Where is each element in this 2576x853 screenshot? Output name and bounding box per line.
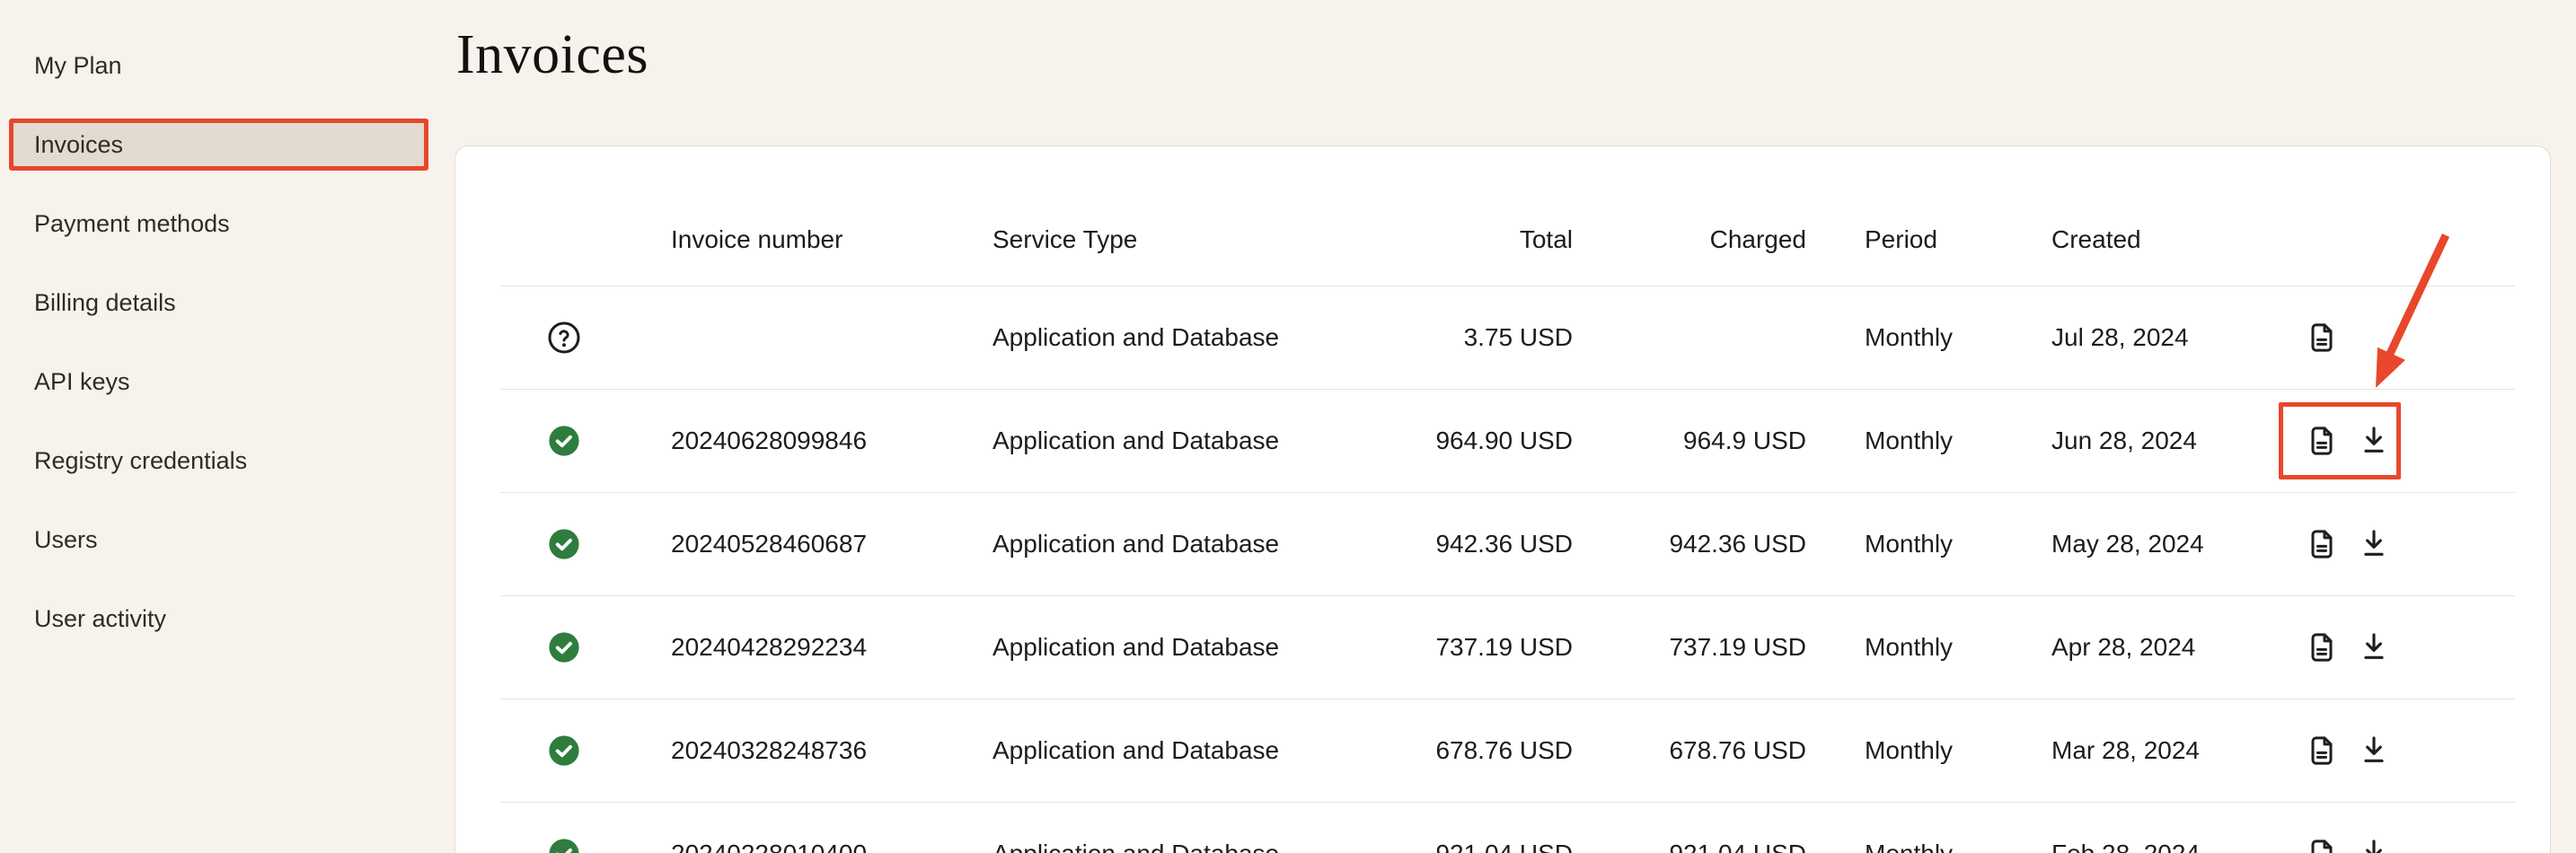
created-value: Mar 28, 2024 bbox=[2051, 736, 2300, 765]
sidebar-item-label: Billing details bbox=[34, 289, 176, 317]
period-value: Monthly bbox=[1806, 736, 2051, 765]
invoice-table-row: 20240328248736 Application and Database … bbox=[500, 699, 2515, 803]
invoice-document-icon[interactable] bbox=[2304, 526, 2340, 562]
sidebar-item-user-activity[interactable]: User activity bbox=[9, 593, 428, 645]
invoice-document-icon[interactable] bbox=[2304, 836, 2340, 853]
sidebar-item-registry-credentials[interactable]: Registry credentials bbox=[9, 435, 428, 487]
period-value: Monthly bbox=[1806, 530, 2051, 558]
charged-value: 921.04 USD bbox=[1573, 840, 1806, 853]
invoice-table-row: 20240528460687 Application and Database … bbox=[500, 493, 2515, 596]
status-cell bbox=[500, 734, 671, 768]
period-header: Period bbox=[1806, 225, 2051, 254]
charged-value: 964.9 USD bbox=[1573, 426, 1806, 455]
invoices-card: Invoice number Service Type Total Charge… bbox=[454, 145, 2551, 853]
invoice-number-header: Invoice number bbox=[671, 225, 992, 254]
total-value: 942.36 USD bbox=[1397, 530, 1573, 558]
invoices-table: Invoice number Service Type Total Charge… bbox=[455, 146, 2550, 853]
total-value: 964.90 USD bbox=[1397, 426, 1573, 455]
table-header-row: Invoice number Service Type Total Charge… bbox=[500, 146, 2515, 286]
actions-cell bbox=[2300, 733, 2515, 769]
sidebar-item-label: Registry credentials bbox=[34, 447, 247, 475]
invoice-table-row: 20240228010400 Application and Database … bbox=[500, 803, 2515, 853]
charged-value: 678.76 USD bbox=[1573, 736, 1806, 765]
created-value: May 28, 2024 bbox=[2051, 530, 2300, 558]
total-value: 921.04 USD bbox=[1397, 840, 1573, 853]
actions-cell bbox=[2300, 320, 2515, 356]
created-value: Feb 28, 2024 bbox=[2051, 840, 2300, 853]
invoice-document-icon[interactable] bbox=[2304, 320, 2340, 356]
sidebar-item-label: Payment methods bbox=[34, 210, 230, 238]
invoice-table-row: Application and Database 3.75 USD Monthl… bbox=[500, 286, 2515, 390]
period-value: Monthly bbox=[1806, 426, 2051, 455]
invoice-number-value: 20240328248736 bbox=[671, 736, 992, 765]
page-title: Invoices bbox=[456, 23, 648, 87]
invoice-number-value: 20240228010400 bbox=[671, 840, 992, 853]
sidebar-item-billing-details[interactable]: Billing details bbox=[9, 277, 428, 329]
sidebar-item-payment-methods[interactable]: Payment methods bbox=[9, 198, 428, 250]
sidebar-item-my-plan[interactable]: My Plan bbox=[9, 40, 428, 92]
total-value: 3.75 USD bbox=[1397, 323, 1573, 352]
status-cell bbox=[500, 630, 671, 664]
status-cell bbox=[500, 527, 671, 561]
service-type-value: Application and Database bbox=[992, 736, 1397, 765]
charged-header: Charged bbox=[1573, 225, 1806, 254]
charged-value: 737.19 USD bbox=[1573, 633, 1806, 662]
sidebar-item-api-keys[interactable]: API keys bbox=[9, 356, 428, 408]
download-invoice-icon[interactable] bbox=[2356, 629, 2392, 665]
question-circle-icon bbox=[547, 321, 581, 355]
sidebar-item-invoices[interactable]: Invoices bbox=[9, 119, 428, 171]
service-type-value: Application and Database bbox=[992, 426, 1397, 455]
charged-value: 942.36 USD bbox=[1573, 530, 1806, 558]
service-type-value: Application and Database bbox=[992, 323, 1397, 352]
invoice-number-value: 20240428292234 bbox=[671, 633, 992, 662]
invoice-number-value: 20240628099846 bbox=[671, 426, 992, 455]
invoice-number-value: 20240528460687 bbox=[671, 530, 992, 558]
download-invoice-icon[interactable] bbox=[2356, 733, 2392, 769]
billing-sidebar: My Plan Invoices Payment methods Billing… bbox=[0, 0, 454, 853]
status-cell bbox=[500, 321, 671, 355]
check-circle-icon bbox=[547, 527, 581, 561]
table-body: Application and Database 3.75 USD Monthl… bbox=[500, 286, 2515, 853]
invoice-table-row: 20240428292234 Application and Database … bbox=[500, 596, 2515, 699]
status-cell bbox=[500, 424, 671, 458]
download-invoice-icon[interactable] bbox=[2356, 836, 2392, 853]
service-type-value: Application and Database bbox=[992, 633, 1397, 662]
sidebar-item-label: My Plan bbox=[34, 52, 122, 80]
check-circle-icon bbox=[547, 630, 581, 664]
sidebar-item-label: Invoices bbox=[34, 131, 123, 159]
actions-cell bbox=[2300, 836, 2515, 853]
invoice-document-icon[interactable] bbox=[2304, 629, 2340, 665]
service-type-value: Application and Database bbox=[992, 840, 1397, 853]
total-value: 678.76 USD bbox=[1397, 736, 1573, 765]
period-value: Monthly bbox=[1806, 840, 2051, 853]
check-circle-icon bbox=[547, 734, 581, 768]
created-value: Apr 28, 2024 bbox=[2051, 633, 2300, 662]
sidebar-item-label: API keys bbox=[34, 368, 130, 396]
invoice-document-icon[interactable] bbox=[2304, 423, 2340, 459]
actions-cell bbox=[2300, 526, 2515, 562]
period-value: Monthly bbox=[1806, 633, 2051, 662]
invoice-table-row: 20240628099846 Application and Database … bbox=[500, 390, 2515, 493]
sidebar-item-label: Users bbox=[34, 526, 98, 554]
created-value: Jun 28, 2024 bbox=[2051, 426, 2300, 455]
total-header: Total bbox=[1397, 225, 1573, 254]
status-cell bbox=[500, 837, 671, 853]
download-invoice-icon[interactable] bbox=[2356, 423, 2392, 459]
invoice-document-icon[interactable] bbox=[2304, 733, 2340, 769]
actions-cell bbox=[2300, 423, 2515, 459]
period-value: Monthly bbox=[1806, 323, 2051, 352]
service-type-value: Application and Database bbox=[992, 530, 1397, 558]
service-type-header: Service Type bbox=[992, 225, 1397, 254]
check-circle-icon bbox=[547, 837, 581, 853]
actions-cell bbox=[2300, 629, 2515, 665]
total-value: 737.19 USD bbox=[1397, 633, 1573, 662]
created-value: Jul 28, 2024 bbox=[2051, 323, 2300, 352]
sidebar-item-label: User activity bbox=[34, 605, 166, 633]
created-header: Created bbox=[2051, 225, 2300, 254]
check-circle-icon bbox=[547, 424, 581, 458]
download-invoice-icon[interactable] bbox=[2356, 526, 2392, 562]
sidebar-item-users[interactable]: Users bbox=[9, 514, 428, 566]
